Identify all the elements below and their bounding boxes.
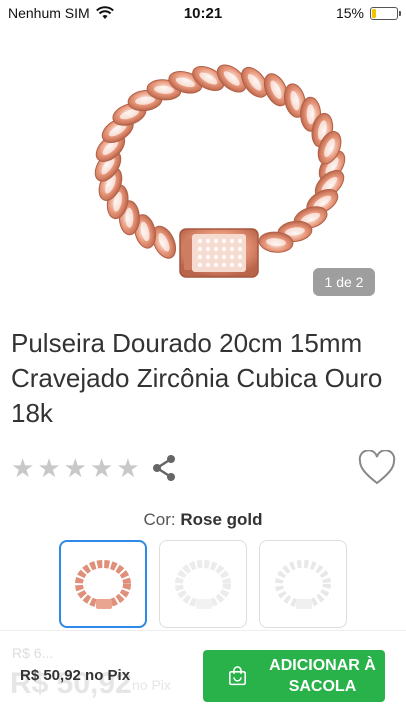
share-icon[interactable] [150, 454, 178, 482]
product-image-gallery[interactable]: 1 de 2 [0, 26, 406, 308]
status-bar: Nenhum SIM 10:21 15% [0, 0, 406, 26]
star-icon: ★ [37, 453, 61, 483]
clasp [179, 228, 259, 278]
carrier-label: Nenhum SIM [8, 5, 90, 21]
battery-icon [370, 6, 401, 20]
bracelet-thumb-image [75, 560, 131, 609]
variant-thumb-white[interactable] [259, 540, 347, 628]
image-counter: 1 de 2 [313, 268, 375, 296]
old-price-ghost: R$ 6... [12, 645, 54, 661]
star-icon: ★ [63, 453, 87, 483]
battery-percent: 15% [335, 5, 364, 21]
variant-thumbnails [59, 540, 347, 628]
star-icon: ★ [89, 453, 114, 483]
heart-icon[interactable] [358, 450, 396, 486]
variant-label: Cor: Rose gold [0, 510, 406, 530]
pix-ghost: no Pix [132, 677, 171, 693]
star-icon: ★ [116, 453, 140, 483]
status-left: Nenhum SIM [8, 5, 148, 21]
variant-thumb-silver[interactable] [159, 540, 247, 628]
add-to-cart-label: ADICIONAR À SACOLA [269, 657, 376, 695]
variant-label-text: Cor: [143, 510, 176, 529]
battery-fill [372, 8, 376, 18]
shopping-bag-icon [229, 666, 246, 686]
bracelet-thumb-image [175, 560, 231, 609]
pix-price: R$ 50,92 no Pix [20, 667, 131, 684]
rating-stars[interactable]: ★ ★ ★ ★ ★ [11, 454, 140, 482]
variant-thumb-rose-gold[interactable] [59, 540, 147, 628]
star-icon: ★ [11, 453, 35, 483]
variant-selected-value: Rose gold [180, 510, 263, 529]
status-right: 15% [258, 5, 401, 21]
product-title: Pulseira Dourado 20cm 15mm Cravejado Zir… [11, 328, 383, 428]
purchase-bar: R$ 6... R$ 50,92 no Pix R$ 50,92 no Pix … [0, 630, 406, 720]
status-time: 10:21 [183, 4, 223, 22]
bracelet-image [94, 64, 346, 278]
add-to-cart-button[interactable]: ADICIONAR À SACOLA [203, 650, 385, 702]
wifi-icon [95, 6, 114, 19]
bracelet-thumb-image [275, 560, 331, 609]
